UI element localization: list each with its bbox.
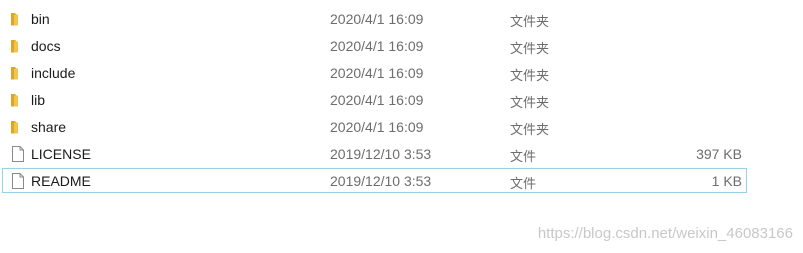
list-item[interactable]: include 2020/4/1 16:09 文件夹 (2, 60, 747, 85)
file-name: include (31, 65, 76, 81)
list-item[interactable]: docs 2020/4/1 16:09 文件夹 (2, 33, 747, 58)
folder-icon (9, 64, 27, 82)
file-size: 397 KB (696, 146, 742, 162)
list-item[interactable]: bin 2020/4/1 16:09 文件夹 (2, 6, 747, 31)
file-type: 文件夹 (510, 96, 550, 111)
list-item-selected[interactable]: README 2019/12/10 3:53 文件 1 KB (2, 168, 747, 193)
file-name: bin (31, 11, 50, 27)
file-type: 文件夹 (510, 123, 550, 138)
file-icon (9, 172, 27, 190)
file-name: README (31, 173, 91, 189)
file-date: 2020/4/1 16:09 (330, 11, 424, 27)
file-date: 2020/4/1 16:09 (330, 119, 424, 135)
folder-icon (9, 91, 27, 109)
file-icon (9, 145, 27, 163)
file-date: 2020/4/1 16:09 (330, 38, 424, 54)
file-name: docs (31, 38, 61, 54)
folder-icon (9, 37, 27, 55)
file-size: 1 KB (711, 173, 742, 189)
list-item[interactable]: LICENSE 2019/12/10 3:53 文件 397 KB (2, 141, 747, 166)
list-item[interactable]: share 2020/4/1 16:09 文件夹 (2, 114, 747, 139)
file-type: 文件夹 (510, 42, 550, 57)
watermark: https://blog.csdn.net/weixin_46083166 (537, 225, 793, 242)
file-date: 2020/4/1 16:09 (330, 92, 424, 108)
folder-icon (9, 118, 27, 136)
file-type: 文件夹 (510, 15, 550, 30)
file-date: 2019/12/10 3:53 (330, 146, 432, 162)
file-name: share (31, 119, 67, 135)
file-type: 文件夹 (510, 69, 550, 84)
file-type: 文件 (510, 150, 537, 165)
file-type: 文件 (510, 177, 537, 192)
file-name: LICENSE (31, 146, 91, 162)
file-date: 2019/12/10 3:53 (330, 173, 432, 189)
file-date: 2020/4/1 16:09 (330, 65, 424, 81)
folder-icon (9, 10, 27, 28)
list-item[interactable]: lib 2020/4/1 16:09 文件夹 (2, 87, 747, 112)
file-name: lib (31, 92, 46, 108)
